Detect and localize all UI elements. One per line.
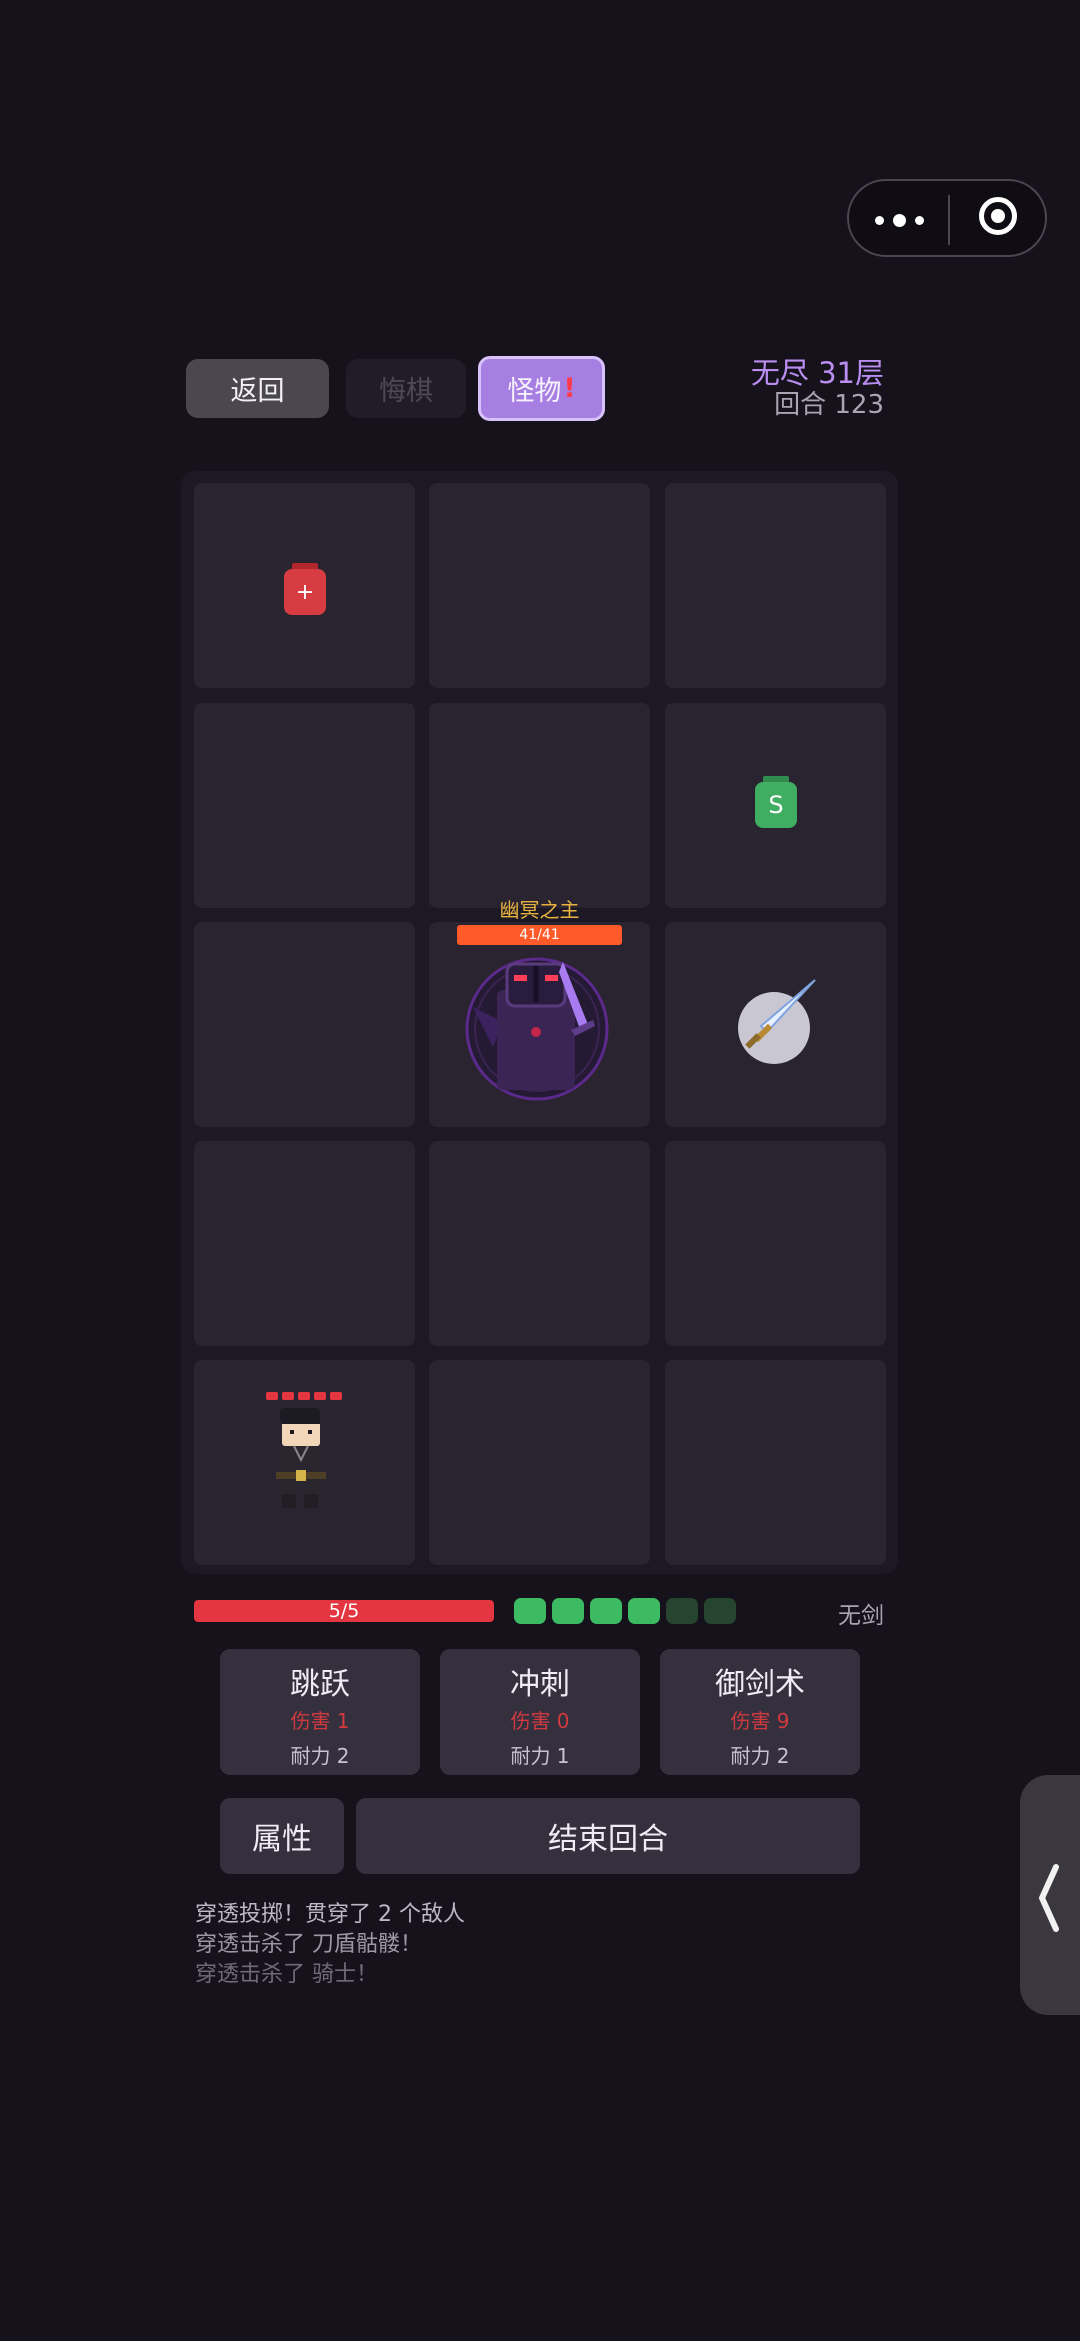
skill-card-dash[interactable]: 冲刺 伤害 0 耐力 1 bbox=[440, 1649, 640, 1775]
board-cell-r1c2[interactable] bbox=[429, 483, 650, 688]
board-cell-r2c2[interactable] bbox=[429, 703, 650, 908]
end-turn-label: 结束回合 bbox=[548, 1822, 668, 1857]
stamina-pip bbox=[590, 1598, 622, 1624]
board-cell-r1c1[interactable]: + bbox=[194, 483, 415, 688]
skill-name: 冲刺 bbox=[510, 1667, 570, 1702]
chevron-left-icon bbox=[1039, 1864, 1059, 1932]
dark-lord-boss-icon bbox=[465, 957, 609, 1101]
monster-button[interactable]: 怪物! bbox=[478, 356, 605, 421]
back-button[interactable]: 返回 bbox=[186, 359, 329, 418]
back-label: 返回 bbox=[230, 376, 285, 407]
skill-cost: 耐力 2 bbox=[290, 1744, 350, 1768]
board-cell-r2c3[interactable]: S bbox=[665, 703, 886, 908]
skill-name: 跳跃 bbox=[290, 1667, 350, 1702]
end-turn-button[interactable]: 结束回合 bbox=[356, 1798, 860, 1874]
combat-log-line: 穿透击杀了 骑士！ bbox=[195, 1962, 378, 1987]
stamina-potion-icon: S bbox=[755, 776, 797, 830]
stamina-pip bbox=[514, 1598, 546, 1624]
board-cell-r3c2[interactable]: 幽冥之主 41/41 bbox=[429, 898, 650, 1127]
skill-damage: 伤害 1 bbox=[290, 1709, 350, 1733]
boss-name: 幽冥之主 bbox=[499, 898, 580, 922]
board-cell-r5c1[interactable] bbox=[194, 1360, 415, 1565]
attributes-button[interactable]: 属性 bbox=[220, 1798, 344, 1874]
player-character-icon bbox=[276, 1408, 326, 1508]
monster-alert-badge: ! bbox=[563, 373, 576, 404]
skill-damage: 伤害 0 bbox=[510, 1709, 570, 1733]
board-cell-r4c2[interactable] bbox=[429, 1141, 650, 1346]
sword-pickup-icon bbox=[738, 979, 816, 1064]
skill-card-sword-control[interactable]: 御剑术 伤害 9 耐力 2 bbox=[660, 1649, 860, 1775]
board-cell-r5c3[interactable] bbox=[665, 1360, 886, 1565]
board-cell-r5c2[interactable] bbox=[429, 1360, 650, 1565]
board-cell-r4c3[interactable] bbox=[665, 1141, 886, 1346]
health-potion-icon: + bbox=[284, 563, 326, 617]
skill-cost: 耐力 2 bbox=[730, 1744, 790, 1768]
attributes-label: 属性 bbox=[252, 1822, 312, 1857]
player-hp-bar: 5/5 bbox=[194, 1600, 494, 1622]
turn-counter: 回合 123 bbox=[774, 390, 884, 420]
stamina-pip bbox=[552, 1598, 584, 1624]
miniprogram-capsule bbox=[847, 179, 1047, 257]
more-menu-icon[interactable] bbox=[875, 205, 927, 235]
stamina-pip bbox=[704, 1598, 736, 1624]
undo-label: 悔棋 bbox=[379, 376, 433, 407]
stamina-pip bbox=[628, 1598, 660, 1624]
combat-log-line: 穿透击杀了 刀盾骷髅！ bbox=[195, 1932, 422, 1957]
undo-button[interactable]: 悔棋 bbox=[346, 359, 466, 418]
board-cell-r1c3[interactable] bbox=[665, 483, 886, 688]
board-cell-r2c1[interactable] bbox=[194, 703, 415, 908]
board-cell-r3c3[interactable] bbox=[665, 922, 886, 1127]
skill-damage: 伤害 9 bbox=[730, 1709, 790, 1733]
board-cell-r4c1[interactable] bbox=[194, 1141, 415, 1346]
sword-status: 无剑 bbox=[838, 1603, 884, 1629]
board-cell-r3c1[interactable] bbox=[194, 922, 415, 1127]
boss-hp-bar: 41/41 bbox=[457, 925, 622, 945]
skill-card-jump[interactable]: 跳跃 伤害 1 耐力 2 bbox=[220, 1649, 420, 1775]
capsule-divider bbox=[948, 195, 950, 245]
close-target-icon[interactable] bbox=[979, 197, 1017, 235]
skill-cost: 耐力 1 bbox=[510, 1744, 570, 1768]
skill-name: 御剑术 bbox=[715, 1667, 805, 1702]
monster-label: 怪物 bbox=[507, 376, 562, 407]
combat-log-line: 穿透投掷！贯穿了 2 个敌人 bbox=[195, 1902, 465, 1927]
game-board: + S 幽冥之主 41/41 bbox=[181, 471, 898, 1574]
stamina-pip bbox=[666, 1598, 698, 1624]
side-drawer-tab[interactable] bbox=[1020, 1775, 1080, 2015]
